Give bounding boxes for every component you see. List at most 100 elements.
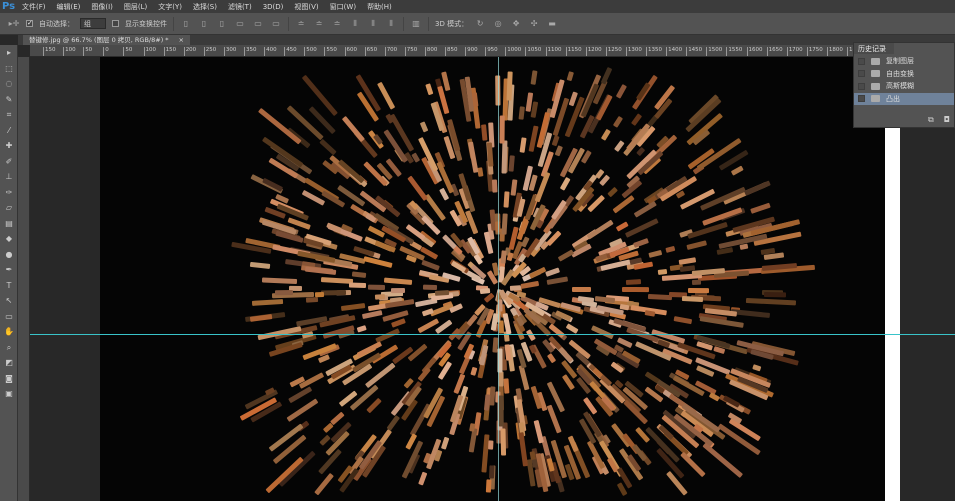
horizontal-guide[interactable] [30, 334, 955, 335]
menu-layer[interactable]: 图层(L) [124, 2, 147, 12]
ruler-tick-label: 300 [223, 47, 236, 56]
move-tool-icon[interactable]: ▸ [0, 45, 18, 61]
zoom-tool-icon[interactable]: ⌕ [0, 340, 18, 356]
align-hcenter-icon[interactable]: ▭ [252, 19, 264, 28]
3d-scale-icon[interactable]: ▬ [546, 19, 558, 28]
extrusion-block [631, 113, 643, 127]
distribute-right-icon[interactable]: ⫴ [385, 19, 397, 29]
marquee-tool-icon[interactable]: ⬚ [0, 61, 18, 77]
menu-type[interactable]: 文字(Y) [158, 2, 182, 12]
extrusion-block [352, 245, 375, 257]
quick-select-tool-icon[interactable]: ✎ [0, 92, 18, 108]
history-brush-source-checkbox[interactable] [858, 95, 865, 103]
snapshot-icon [871, 95, 880, 103]
align-vcenter-icon[interactable]: ▯ [198, 19, 210, 28]
menu-view[interactable]: 视图(V) [294, 2, 318, 12]
history-brush-source-checkbox[interactable] [858, 57, 865, 65]
menu-edit[interactable]: 编辑(E) [57, 2, 81, 12]
blur-tool-icon[interactable]: ◆ [0, 231, 18, 247]
type-tool-icon[interactable]: T [0, 278, 18, 294]
menu-file[interactable]: 文件(F) [22, 2, 46, 12]
move-tool-preset-icon[interactable]: ▸✛ [8, 19, 20, 28]
history-item[interactable]: 高斯模糊 [854, 80, 954, 93]
align-left-icon[interactable]: ▭ [234, 19, 246, 28]
crop-tool-icon[interactable]: ⌗ [0, 107, 18, 123]
extrusion-block [417, 366, 431, 382]
dodge-tool-icon[interactable]: ● [0, 247, 18, 263]
distribute-top-icon[interactable]: ≐ [295, 19, 307, 28]
extrusion-block [635, 146, 646, 157]
close-icon[interactable]: × [179, 35, 184, 45]
ruler-tick-label: 1300 [625, 47, 642, 56]
lasso-tool-icon[interactable]: ◌ [0, 76, 18, 92]
color-swatches-icon[interactable]: ◩ [0, 355, 18, 371]
path-select-tool-icon[interactable]: ↖ [0, 293, 18, 309]
show-transform-checkbox[interactable] [112, 20, 119, 27]
extrusion-block [567, 70, 575, 82]
document-tab[interactable]: 替键修.jpg @ 66.7% (图层 0 拷贝, RGB/8#) * × [23, 35, 190, 45]
snapshot-icon [871, 70, 880, 78]
ruler-tick-label: 1200 [585, 47, 602, 56]
camera-snapshot-icon[interactable]: ◘ [944, 115, 950, 125]
ruler-tick-label: 1750 [806, 47, 823, 56]
hand-tool-icon[interactable]: ✋ [0, 324, 18, 340]
history-item[interactable]: 复制图层 [854, 55, 954, 68]
extrusion-block [730, 165, 744, 176]
menu-window[interactable]: 窗口(W) [330, 2, 356, 12]
canvas-edge [885, 127, 900, 501]
menu-3d[interactable]: 3D(D) [263, 3, 284, 11]
menu-filter[interactable]: 滤镜(T) [228, 2, 252, 12]
history-item[interactable]: 自由变换 [854, 68, 954, 81]
extrusion-block [745, 297, 796, 305]
distribute-vcenter-icon[interactable]: ≐ [313, 19, 325, 28]
screen-mode-icon[interactable]: ▣ [0, 386, 18, 402]
3d-roll-icon[interactable]: ◎ [492, 19, 504, 28]
eraser-tool-icon[interactable]: ▱ [0, 200, 18, 216]
history-item-active[interactable]: 凸出 [854, 92, 954, 105]
3d-pan-icon[interactable]: ✥ [510, 19, 522, 28]
vertical-guide[interactable] [498, 57, 499, 501]
extrusion-block [434, 289, 449, 296]
vertical-ruler[interactable] [18, 57, 30, 501]
menu-select[interactable]: 选择(S) [193, 2, 217, 12]
auto-select-dropdown[interactable]: 组 [80, 18, 106, 29]
pen-tool-icon[interactable]: ✒ [0, 262, 18, 278]
history-brush-tool-icon[interactable]: ✑ [0, 185, 18, 201]
distribute-left-icon[interactable]: ⫴ [349, 19, 361, 29]
auto-select-checkbox[interactable]: ✓ [26, 20, 33, 27]
show-transform-label: 显示变换控件 [125, 19, 167, 28]
shape-tool-icon[interactable]: ▭ [0, 309, 18, 325]
3d-slide-icon[interactable]: ✣ [528, 19, 540, 28]
history-panel-tab[interactable]: 历史记录 [854, 43, 894, 55]
history-brush-source-checkbox[interactable] [858, 70, 865, 78]
history-brush-source-checkbox[interactable] [858, 82, 865, 90]
brush-tool-icon[interactable]: ✐ [0, 154, 18, 170]
3d-rotate-icon[interactable]: ↻ [474, 19, 486, 28]
distribute-hcenter-icon[interactable]: ⫴ [367, 19, 379, 29]
document-tab-bar: 替键修.jpg @ 66.7% (图层 0 拷贝, RGB/8#) * × [18, 35, 955, 45]
align-bottom-icon[interactable]: ▯ [216, 19, 228, 28]
clone-stamp-tool-icon[interactable]: ⊥ [0, 169, 18, 185]
horizontal-ruler[interactable]: 150 100 50 0 50 100 150 200 250 300 350 400 450 500 55… [30, 45, 955, 57]
menu-image[interactable]: 图像(I) [91, 2, 113, 12]
history-item-label: 凸出 [886, 94, 900, 103]
distribute-bottom-icon[interactable]: ≐ [331, 19, 343, 28]
extrusion-block [420, 121, 429, 133]
auto-align-icon[interactable]: ▥ [410, 19, 422, 28]
canvas-area[interactable] [30, 57, 955, 501]
gradient-tool-icon[interactable]: ▤ [0, 216, 18, 232]
extrusion-block [479, 288, 490, 295]
extrusion-block [357, 325, 367, 333]
photoshop-logo: Ps [2, 1, 16, 12]
healing-brush-tool-icon[interactable]: ✚ [0, 138, 18, 154]
eyedropper-tool-icon[interactable]: ⁄ [0, 123, 18, 139]
menu-help[interactable]: 帮助(H) [367, 2, 392, 12]
extrusion-block [594, 296, 615, 304]
align-right-icon[interactable]: ▭ [270, 19, 282, 28]
ruler-tick-label: 400 [264, 47, 277, 56]
extrusion-block [425, 82, 434, 96]
extrusion-block [657, 268, 667, 275]
new-document-from-state-icon[interactable]: ⧉ [928, 115, 934, 125]
quick-mask-icon[interactable]: ◙ [0, 371, 18, 387]
align-top-icon[interactable]: ▯ [180, 19, 192, 28]
